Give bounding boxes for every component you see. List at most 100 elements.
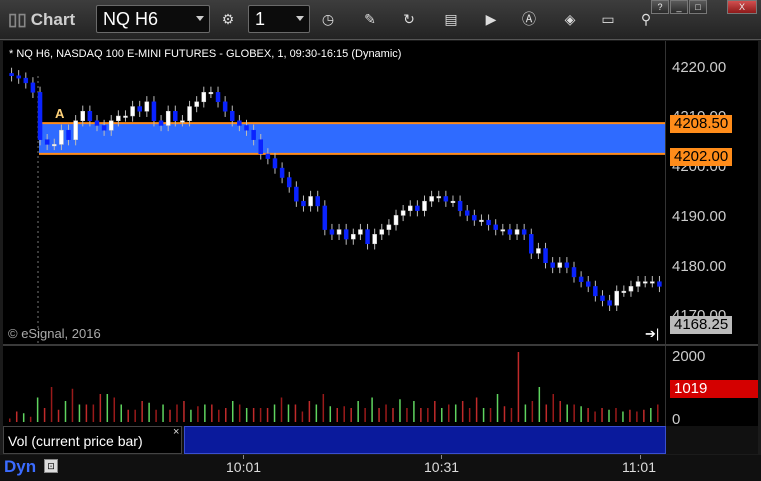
volume-bar: [538, 387, 541, 422]
tag-icon[interactable]: ◈: [557, 6, 583, 32]
price-axis[interactable]: 4220.00 4210.00 4200.00 4190.00 4180.00 …: [665, 41, 758, 344]
volume-bar: [266, 408, 269, 422]
volume-bar: [134, 409, 136, 422]
title-bar: ▯▯ Chart NQ H6 ⚙ 1 ◷ ✎ ↻ ▤ ▶ Ⓐ ◈ ▭ ⚲ ? _ …: [0, 0, 761, 40]
candle-body: [272, 158, 278, 169]
time-label: 10:31: [424, 459, 460, 475]
close-button[interactable]: X: [727, 0, 757, 14]
symbol-input[interactable]: NQ H6: [96, 5, 210, 33]
alert-icon[interactable]: Ⓐ: [516, 6, 542, 32]
volume-bar: [378, 408, 380, 422]
volume-bar: [336, 408, 338, 422]
help-button[interactable]: ?: [651, 0, 669, 14]
drag-handle-icon[interactable]: ▯▯: [8, 10, 27, 29]
refresh-icon[interactable]: ↻: [396, 6, 422, 32]
candle-body: [457, 200, 463, 211]
candle-body: [472, 215, 477, 221]
clock-icon[interactable]: ◷: [315, 6, 341, 32]
candle-body: [222, 101, 228, 112]
candle-body: [336, 229, 342, 235]
candle-body: [173, 111, 178, 121]
price-chart[interactable]: A * NQ H6, NASDAQ 100 E-MINI FUTURES - G…: [3, 41, 665, 344]
scroll-to-end-icon[interactable]: ➔|: [645, 326, 659, 342]
candle-body: [500, 229, 506, 232]
pencil-icon[interactable]: ✎: [357, 6, 383, 32]
volume-bar: [57, 409, 60, 422]
volume-bar: [204, 404, 206, 422]
candle-body: [564, 262, 570, 268]
volume-chart[interactable]: [3, 346, 665, 426]
volume-bar: [399, 399, 401, 422]
volume-bar: [657, 404, 659, 422]
volume-bar: [496, 394, 499, 422]
candle-body: [507, 229, 513, 235]
candle-body: [101, 125, 107, 131]
volume-bar: [510, 408, 513, 422]
volume-bar: [190, 409, 192, 422]
candle-body: [294, 186, 299, 202]
volume-bar: [482, 408, 485, 422]
candle-body: [44, 139, 50, 145]
chevron-down-icon[interactable]: [296, 16, 304, 21]
candle-body: [315, 196, 320, 207]
table-icon[interactable]: ▤: [438, 6, 464, 32]
minimize-button[interactable]: _: [670, 0, 688, 14]
time-label: 11:01: [622, 459, 656, 475]
candle-body: [16, 75, 21, 79]
candle-body: [237, 120, 242, 126]
candle-body: [600, 295, 605, 301]
lock-icon[interactable]: ⊡: [44, 459, 58, 473]
candle-body: [571, 267, 577, 278]
app-title: ▯▯ Chart: [8, 10, 75, 30]
volume-bar: [22, 413, 25, 422]
chevron-down-icon[interactable]: [196, 16, 204, 21]
volume-axis[interactable]: 2000 1019 0: [665, 346, 758, 428]
candle-body: [358, 229, 363, 235]
candle-body: [635, 281, 641, 287]
volume-bar: [552, 394, 555, 422]
candle-body: [208, 92, 214, 95]
volume-bar: [259, 408, 262, 422]
candle-body: [286, 177, 292, 188]
volume-bar: [294, 404, 297, 422]
chart-header: * NQ H6, NASDAQ 100 E-MINI FUTURES - GLO…: [9, 48, 402, 60]
study-pane[interactable]: [184, 426, 666, 454]
volume-bar: [85, 404, 88, 422]
candle-body: [493, 224, 498, 230]
volume-bar: [308, 401, 311, 422]
time-axis[interactable]: Dyn ⊡ 10:01 10:31 11:01: [0, 455, 761, 481]
volume-bar: [329, 406, 332, 422]
volume-bar: [245, 408, 248, 422]
volume-bar: [106, 394, 109, 422]
volume-bar: [566, 404, 568, 422]
candle-body: [450, 200, 456, 203]
volume-bar: [475, 397, 478, 422]
play-icon[interactable]: ▶: [478, 6, 504, 32]
volume-bar: [197, 406, 199, 422]
volume-bar: [615, 408, 617, 422]
zone-top-price-tag: 4208.50: [670, 115, 733, 133]
candle-body: [443, 196, 449, 202]
volume-bar: [524, 404, 527, 422]
candle-body: [429, 196, 434, 202]
price-label: 4190.00: [672, 208, 727, 225]
price-label: 4220.00: [672, 59, 727, 76]
candle-body: [422, 200, 427, 211]
support-resistance-zone: [39, 123, 665, 154]
maximize-button[interactable]: □: [689, 0, 707, 14]
candle-body: [585, 281, 591, 287]
candle-body: [37, 92, 43, 140]
volume-bar: [211, 404, 213, 422]
volume-chart-canvas: [9, 352, 659, 422]
volume-bar: [406, 408, 408, 422]
interval-input[interactable]: 1: [248, 5, 310, 33]
dynamic-mode-label[interactable]: Dyn: [4, 457, 36, 477]
candle-body: [550, 262, 555, 268]
volume-bar: [413, 401, 415, 422]
monitor-icon[interactable]: ▭: [595, 6, 621, 32]
study-close-icon[interactable]: ×: [173, 426, 179, 438]
settings-gear-icon[interactable]: ⚙: [215, 6, 241, 32]
study-tab[interactable]: Vol (current price bar): [3, 426, 182, 454]
volume-bar: [601, 408, 603, 422]
volume-bar: [9, 418, 11, 422]
